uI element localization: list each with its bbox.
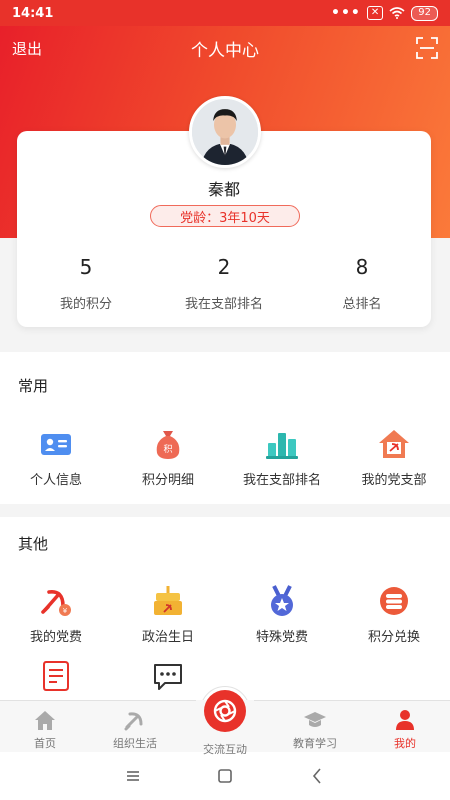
wifi-icon — [389, 7, 405, 19]
more-dots-icon: ••• — [331, 5, 361, 21]
tab-label: 教育学习 — [293, 737, 337, 750]
party-branch-house-icon — [379, 430, 409, 458]
ranking-bars-icon — [266, 433, 298, 459]
menu-message[interactable] — [112, 659, 224, 693]
stat-my-points[interactable]: 5 我的积分 — [17, 255, 155, 312]
system-nav-bar — [0, 752, 450, 800]
section-title-common: 常用 — [18, 377, 49, 395]
menu-points-exchange[interactable]: 积分兑换 — [338, 584, 450, 645]
tab-label: 交流互动 — [203, 743, 247, 756]
tab-label: 组织生活 — [113, 737, 157, 750]
stat-label: 我的积分 — [59, 297, 112, 312]
party-tenure-text: 党龄：3年10天 — [180, 210, 270, 226]
menu-label: 特殊党费 — [255, 630, 308, 645]
avatar[interactable] — [189, 96, 261, 168]
stat-branch-rank[interactable]: 2 我在支部排名 — [155, 255, 293, 312]
graduation-cap-icon — [304, 712, 326, 727]
menu-label: 积分兑换 — [367, 630, 420, 645]
menu-label: 我的党支部 — [361, 473, 427, 488]
menu-personal-info[interactable]: 个人信息 — [0, 427, 112, 488]
special-fee-medal-icon — [271, 585, 293, 616]
status-time: 14:41 — [12, 5, 54, 21]
document-icon — [43, 661, 69, 691]
user-icon — [396, 710, 414, 730]
id-card-icon — [41, 434, 71, 455]
party-emblem-icon — [124, 712, 143, 731]
menu-special-party-fee[interactable]: 特殊党费 — [226, 584, 338, 645]
center-tab-button[interactable] — [204, 690, 246, 732]
section-title-other: 其他 — [18, 535, 49, 553]
stat-total-rank[interactable]: 8 总排名 — [293, 255, 431, 312]
tab-education[interactable]: 教育学习 — [270, 701, 360, 752]
home-square-icon[interactable] — [214, 765, 236, 787]
menu-branch-ranking[interactable]: 我在支部排名 — [226, 427, 338, 488]
page-title: 个人中心 — [191, 40, 259, 61]
stat-value: 8 — [355, 255, 369, 279]
menu-icon[interactable] — [122, 765, 144, 787]
menu-my-party-branch[interactable]: 我的党支部 — [338, 427, 450, 488]
scan-icon[interactable] — [416, 37, 438, 59]
home-icon — [35, 711, 55, 730]
tab-label: 首页 — [34, 737, 56, 750]
stat-value: 5 — [79, 255, 93, 279]
menu-label: 我的党费 — [29, 630, 82, 645]
logout-button[interactable]: 退出 — [12, 38, 42, 59]
party-fee-icon: ¥ — [41, 589, 71, 616]
back-icon[interactable] — [306, 765, 328, 787]
menu-label: 个人信息 — [29, 473, 82, 488]
party-tenure-badge: 党龄：3年10天 — [150, 205, 300, 227]
menu-label: 积分明细 — [141, 473, 194, 488]
status-icons: ••• ✕ 92 — [331, 5, 438, 21]
sim-icon: ✕ — [366, 6, 384, 20]
stat-value: 2 — [217, 255, 231, 279]
tab-mine[interactable]: 我的 — [360, 701, 450, 752]
status-bar: 14:41 ••• ✕ 92 — [0, 0, 450, 26]
menu-label: 我在支部排名 — [242, 473, 321, 488]
points-exchange-coins-icon — [380, 587, 408, 615]
common-section: 常用 个人信息 积 积分明细 我在支部排名 我的党支部 — [0, 352, 450, 504]
stats-row: 5 我的积分 2 我在支部排名 8 总排名 — [17, 255, 431, 312]
points-bag-icon: 积 — [156, 431, 180, 459]
stat-label: 总排名 — [342, 297, 382, 312]
battery-icon: 92 — [411, 5, 438, 21]
message-icon — [154, 664, 182, 690]
tab-organization-life[interactable]: 组织生活 — [90, 701, 180, 752]
other-section: 其他 ¥ 我的党费 政治生日 特殊党费 积分兑换 — [0, 517, 450, 700]
svg-text:¥: ¥ — [63, 607, 68, 615]
tab-home[interactable]: 首页 — [0, 701, 90, 752]
nav-bar: 退出 个人中心 — [0, 26, 450, 70]
user-name: 秦都 — [207, 180, 240, 199]
menu-document[interactable] — [0, 659, 112, 693]
menu-label: 政治生日 — [141, 630, 194, 645]
svg-text:积: 积 — [163, 443, 172, 455]
avatar-photo — [192, 99, 258, 165]
stat-label: 我在支部排名 — [184, 297, 263, 312]
tab-label: 我的 — [394, 737, 416, 750]
camera-shutter-icon — [213, 699, 237, 723]
menu-my-party-fee[interactable]: ¥ 我的党费 — [0, 584, 112, 645]
menu-points-detail[interactable]: 积 积分明细 — [112, 427, 224, 488]
menu-political-birthday[interactable]: 政治生日 — [112, 584, 224, 645]
political-birthday-cake-icon — [154, 586, 182, 615]
